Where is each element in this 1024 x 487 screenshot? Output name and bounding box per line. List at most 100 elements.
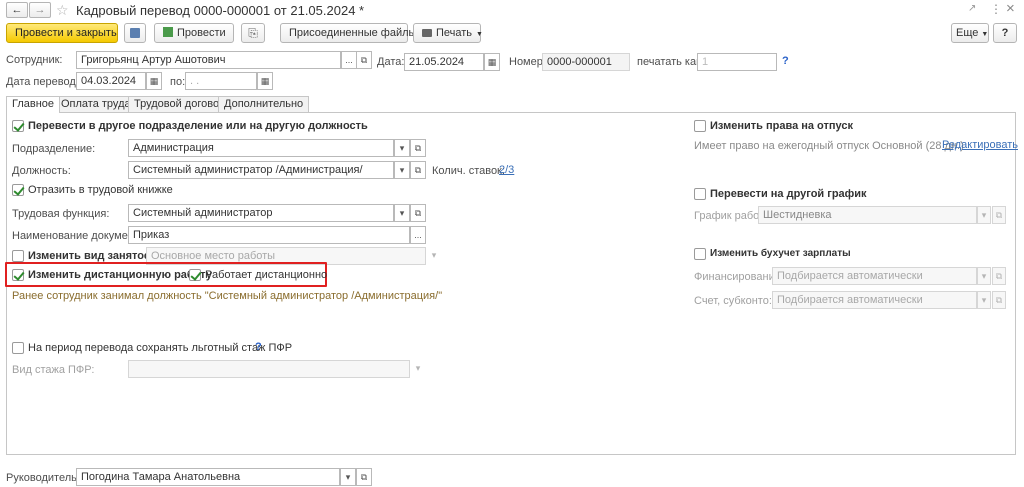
accounting-checkbox[interactable] — [694, 248, 706, 260]
doc-name-select-button[interactable]: ... — [410, 226, 426, 244]
pfr-checkbox[interactable] — [12, 342, 24, 354]
position-field[interactable]: Системный администратор /Администрация/ — [128, 161, 394, 179]
manager-label: Руководитель: — [6, 472, 80, 484]
window-title: Кадровый перевод 0000-000001 от 21.05.20… — [76, 3, 365, 18]
rate-label: Колич. ставок: — [432, 165, 505, 177]
financing-label: Финансирование: — [694, 271, 784, 283]
more-dots-icon[interactable]: ⋮ — [990, 2, 1002, 16]
labor-function-field[interactable]: Системный администратор — [128, 204, 394, 222]
employment-type-checkbox[interactable] — [12, 250, 24, 262]
department-open-button[interactable]: ⧉ — [410, 139, 426, 157]
attach-button[interactable]: ⎘ — [241, 23, 265, 43]
employment-type-dropdown-button: ▾ — [431, 250, 437, 260]
previous-position-note: Ранее сотрудник занимал должность "Систе… — [12, 290, 443, 302]
vacation-check-label: Изменить права на отпуск — [710, 120, 853, 132]
more-button[interactable]: Еще ▼ — [951, 23, 989, 43]
pfr-help-icon[interactable]: ? — [255, 341, 262, 353]
more-label: Еще — [956, 27, 979, 39]
department-label: Подразделение: — [12, 143, 96, 155]
vacation-info: Имеет право на ежегодный отпуск Основной… — [694, 140, 964, 152]
post-button[interactable]: Провести — [154, 23, 234, 43]
calendar-icon[interactable]: ▦ — [484, 53, 500, 71]
save-icon — [130, 28, 140, 38]
close-icon[interactable]: × — [1006, 0, 1015, 17]
remote-change-checkbox[interactable] — [12, 269, 24, 281]
remote-works-check-label: Работает дистанционно — [205, 269, 328, 281]
transfer-check-label: Перевести в другое подразделение или на … — [28, 120, 368, 132]
account-open-button: ⧉ — [992, 291, 1006, 309]
schedule-open-button: ⧉ — [992, 206, 1006, 224]
link-icon[interactable]: ↗ — [968, 3, 976, 14]
print-label: Печать — [436, 27, 473, 39]
paperclip-icon: ⎘ — [248, 26, 258, 40]
accounting-check-label: Изменить бухучет зарплаты — [710, 248, 851, 259]
pfr-type-dropdown-button: ▾ — [415, 363, 421, 373]
pfr-type-field — [128, 360, 410, 378]
employee-field[interactable]: Григорьянц Артур Ашотович — [76, 51, 341, 69]
position-dropdown-button[interactable]: ▾ — [394, 161, 410, 179]
printer-icon — [422, 29, 432, 37]
workbook-check-label: Отразить в трудовой книжке — [28, 184, 173, 196]
manager-dropdown-button[interactable]: ▾ — [340, 468, 356, 486]
number-field: 0000-000001 — [542, 53, 630, 71]
tab-salary[interactable]: Оплата труда — [55, 96, 137, 112]
print-as-help-icon[interactable]: ? — [782, 55, 789, 67]
transfer-date-field[interactable]: 04.03.2024 — [76, 72, 146, 90]
vacation-checkbox[interactable] — [694, 120, 706, 132]
pfr-type-label: Вид стажа ПФР: — [12, 364, 95, 376]
attached-files-button[interactable]: Присоединенные файлы — [280, 23, 416, 43]
manager-field[interactable]: Погодина Тамара Анатольевна — [76, 468, 340, 486]
number-label: Номер: — [509, 56, 546, 68]
transfer-checkbox[interactable] — [12, 120, 24, 132]
title-bar: ← → ☆ Кадровый перевод 0000-000001 от 21… — [0, 0, 1024, 20]
tab-main[interactable]: Главное — [6, 96, 61, 113]
print-button[interactable]: Печать ▼ — [413, 23, 483, 43]
rate-link[interactable]: 2/3 — [499, 164, 514, 176]
labor-function-open-button[interactable]: ⧉ — [410, 204, 426, 222]
edit-vacation-link[interactable]: Редактировать — [942, 139, 1018, 151]
help-button[interactable]: ? — [993, 23, 1017, 43]
employee-open-button[interactable]: ⧉ — [356, 51, 372, 69]
department-dropdown-button[interactable]: ▾ — [394, 139, 410, 157]
save-button[interactable] — [124, 23, 146, 43]
forward-button[interactable]: → — [29, 2, 51, 18]
print-as-label: печатать как: — [637, 56, 704, 68]
workbook-checkbox[interactable] — [12, 184, 24, 196]
transfer-date-label: Дата перевода: — [6, 76, 85, 88]
remote-works-checkbox[interactable] — [189, 269, 201, 281]
position-open-button[interactable]: ⧉ — [410, 161, 426, 179]
print-as-field[interactable]: 1 — [697, 53, 777, 71]
schedule-dropdown-button: ▾ — [977, 206, 991, 224]
schedule-check-label: Перевести на другой график — [710, 188, 867, 200]
to-calendar-icon[interactable]: ▦ — [257, 72, 273, 90]
date-field[interactable]: 21.05.2024 — [404, 53, 484, 71]
transfer-calendar-icon[interactable]: ▦ — [146, 72, 162, 90]
financing-field: Подбирается автоматически — [772, 267, 977, 285]
doc-name-field[interactable]: Приказ — [128, 226, 410, 244]
schedule-checkbox[interactable] — [694, 188, 706, 200]
account-dropdown-button: ▾ — [977, 291, 991, 309]
labor-function-label: Трудовая функция: — [12, 208, 110, 220]
position-label: Должность: — [12, 165, 71, 177]
post-and-close-button[interactable]: Провести и закрыть — [6, 23, 118, 43]
financing-dropdown-button: ▾ — [977, 267, 991, 285]
manager-open-button[interactable]: ⧉ — [356, 468, 372, 486]
pfr-check-label: На период перевода сохранять льготный ст… — [28, 342, 293, 354]
financing-open-button: ⧉ — [992, 267, 1006, 285]
labor-function-dropdown-button[interactable]: ▾ — [394, 204, 410, 222]
account-label: Счет, субконто: — [694, 295, 772, 307]
tab-additional[interactable]: Дополнительно — [218, 96, 310, 112]
employee-label: Сотрудник: — [6, 54, 63, 66]
to-date-field[interactable]: . . — [185, 72, 257, 90]
post-icon — [163, 27, 173, 37]
department-field[interactable]: Администрация — [128, 139, 394, 157]
account-field: Подбирается автоматически — [772, 291, 977, 309]
chevron-down-icon: ▼ — [476, 31, 483, 38]
chevron-down-icon: ▼ — [981, 31, 989, 38]
favorite-star-icon[interactable]: ☆ — [56, 2, 69, 19]
to-label: по: — [170, 76, 186, 88]
employee-select-button[interactable]: ... — [341, 51, 357, 69]
post-label: Провести — [177, 27, 226, 39]
tab-labor-contract[interactable]: Трудовой договор — [128, 96, 232, 112]
back-button[interactable]: ← — [6, 2, 28, 18]
